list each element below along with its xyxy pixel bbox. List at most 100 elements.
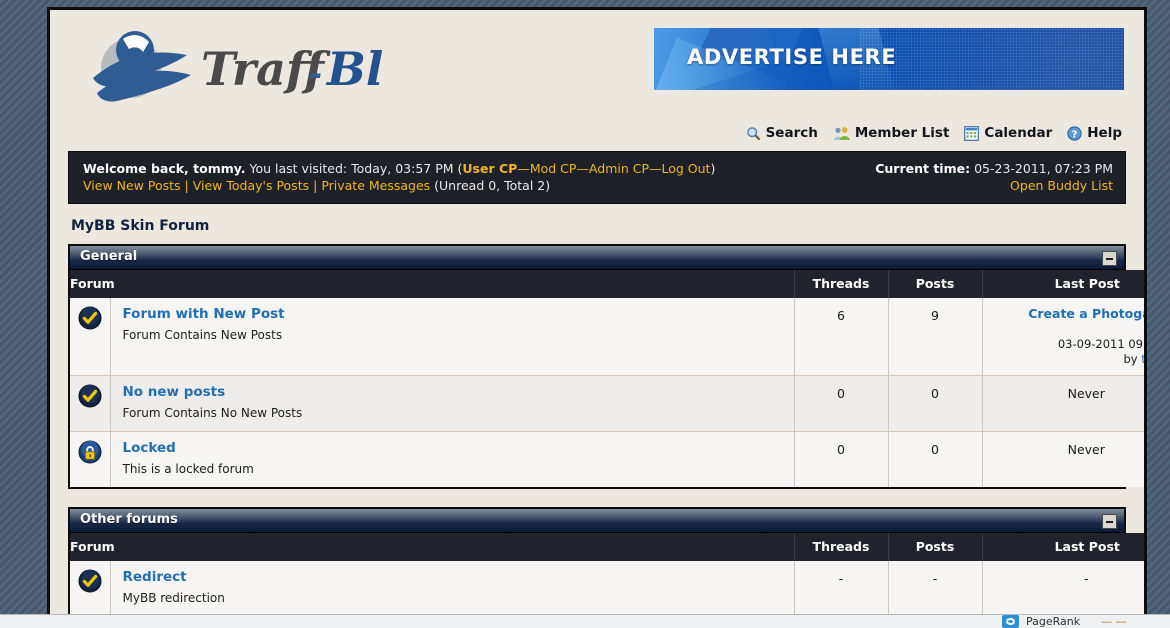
welcome-right-buddy: Open Buddy List — [1010, 177, 1113, 194]
member-list-icon — [833, 126, 850, 140]
forum-description: MyBB redirection — [122, 591, 225, 605]
private-messages-link[interactable]: Private Messages — [321, 178, 430, 193]
forum-status-cell — [70, 561, 111, 617]
nav-help[interactable]: ? Help — [1067, 125, 1122, 141]
table-row: Forum with New Post Forum Contains New P… — [70, 298, 1147, 376]
welcome-dash-1: — — [517, 161, 530, 176]
header-forum: Forum — [70, 533, 795, 561]
welcome-left: Welcome back, tommy. You last visited: T… — [83, 160, 715, 177]
category-general-header: General — [70, 246, 1124, 270]
calendar-icon — [964, 125, 980, 141]
collapse-other-forums-button[interactable] — [1102, 514, 1117, 529]
forum-description: Forum Contains New Posts — [122, 328, 283, 342]
site-logo[interactable]: Traff - Blue — [83, 23, 403, 108]
breadcrumb: MyBB Skin Forum — [68, 204, 1126, 244]
welcome-bar: Welcome back, tommy. You last visited: T… — [68, 151, 1126, 204]
mod-cp-link[interactable]: Mod CP — [530, 161, 577, 176]
category-other-forums-title: Other forums — [80, 512, 178, 527]
forum-link[interactable]: Locked — [123, 440, 784, 456]
last-post-thread-link[interactable]: Create a Photogallery usi... — [991, 306, 1144, 336]
svg-text:?: ? — [1072, 129, 1078, 140]
no-new-posts-icon[interactable] — [78, 384, 102, 408]
pagerank-icon[interactable] — [1002, 615, 1019, 628]
forum-last-post-cell: - — [982, 561, 1144, 617]
forum-threads-count: 6 — [794, 298, 889, 376]
quick-links-pipe-2: | — [313, 178, 318, 193]
forum-threads-count: - — [794, 561, 889, 617]
site-header: Traff - Blue ADVERTISE HERE — [68, 10, 1126, 122]
welcome-right-time: Current time: 05-23-2011, 07:23 PM — [875, 160, 1113, 177]
logo-text-dash: - — [308, 54, 322, 94]
forum-link[interactable]: No new posts — [123, 384, 784, 400]
redirect-icon[interactable] — [78, 569, 102, 593]
forum-table-general: Forum Threads Posts Last Post Forum with… — [70, 270, 1147, 487]
table-header-row: Forum Threads Posts Last Post — [70, 270, 1144, 298]
nav-calendar[interactable]: Calendar — [964, 125, 1052, 141]
welcome-dash-3: — — [649, 161, 662, 176]
header-last-post: Last Post — [982, 533, 1144, 561]
forum-link[interactable]: Forum with New Post — [123, 306, 784, 322]
new-posts-icon[interactable] — [78, 306, 102, 330]
current-time-label: Current time: — [875, 161, 971, 176]
forum-info-cell: Redirect MyBB redirection — [110, 561, 795, 617]
last-post-byline: by tommy — [991, 352, 1144, 367]
welcome-close-paren: ) — [710, 161, 716, 176]
forum-info-cell: Forum with New Post Forum Contains New P… — [110, 298, 795, 376]
logo-graphic: Traff - Blue — [93, 31, 383, 102]
forum-description: This is a locked forum — [122, 462, 254, 476]
table-row: Redirect MyBB redirection - - - — [70, 561, 1144, 617]
forum-page-frame: Traff - Blue ADVERTISE HERE — [47, 7, 1147, 621]
table-row: Locked This is a locked forum 0 0 Never — [70, 431, 1144, 487]
collapse-general-button[interactable] — [1102, 251, 1117, 266]
banner-halftone-pattern — [859, 28, 1124, 90]
category-general: General Forum Threads Posts Last Post Fo… — [68, 244, 1144, 489]
header-posts: Posts — [888, 270, 983, 298]
user-cp-link[interactable]: User CP — [462, 161, 517, 176]
advertise-here-banner[interactable]: ADVERTISE HERE — [654, 28, 1124, 90]
last-post-by-label: by — [1123, 352, 1138, 366]
forum-status-cell — [70, 375, 111, 432]
header-threads: Threads — [794, 533, 889, 561]
forum-status-cell — [70, 298, 111, 376]
nav-member-list-label: Member List — [854, 125, 950, 141]
welcome-quick-links: View New Posts | View Today's Posts | Pr… — [83, 177, 550, 194]
welcome-greeting: Welcome back, tommy. — [83, 161, 246, 176]
forum-posts-count: 0 — [888, 431, 983, 487]
breadcrumb-text: MyBB Skin Forum — [71, 218, 210, 234]
forum-posts-count: 0 — [888, 375, 983, 432]
forum-posts-count: 9 — [888, 298, 983, 376]
current-time-value: 05-23-2011, 07:23 PM — [974, 161, 1113, 176]
toolbar-menu-hint[interactable]: — — — [1101, 615, 1127, 628]
welcome-dash-2: — — [576, 161, 589, 176]
forum-status-cell — [70, 431, 111, 487]
nav-search[interactable]: Search — [746, 125, 818, 141]
category-general-title: General — [80, 249, 138, 264]
header-threads: Threads — [794, 270, 889, 298]
top-navigation: Search Member List Calendar ? Help — [68, 122, 1126, 151]
last-visit-text: You last visited: Today, 03:57 PM ( — [249, 161, 463, 176]
last-post-date: 03-09-2011 09:10 PM — [1057, 337, 1147, 351]
last-post-author-link[interactable]: tommy — [1141, 352, 1144, 366]
forum-link[interactable]: Redirect — [123, 569, 784, 585]
browser-toolbar-sliver: PageRank — — — [0, 614, 1170, 628]
forum-description: Forum Contains No New Posts — [122, 406, 303, 420]
forum-last-post-cell: Never — [982, 431, 1144, 487]
open-buddy-list-link[interactable]: Open Buddy List — [1010, 178, 1113, 193]
admin-cp-link[interactable]: Admin CP — [589, 161, 649, 176]
forum-threads-count: 0 — [794, 375, 889, 432]
search-icon — [746, 126, 760, 140]
help-icon: ? — [1067, 125, 1082, 141]
quick-links-pipe-1: | — [184, 178, 189, 193]
nav-help-label: Help — [1087, 125, 1122, 141]
logo-text-blue: Blue — [325, 42, 383, 96]
header-posts: Posts — [888, 533, 983, 561]
log-out-link[interactable]: Log Out — [662, 161, 711, 176]
nav-member-list[interactable]: Member List — [833, 125, 950, 141]
locked-forum-icon[interactable] — [78, 440, 102, 464]
pagerank-label[interactable]: PageRank — [1026, 615, 1080, 628]
category-other-forums: Other forums Forum Threads Posts Last Po… — [68, 507, 1144, 618]
view-todays-posts-link[interactable]: View Today's Posts — [193, 178, 309, 193]
view-new-posts-link[interactable]: View New Posts — [83, 178, 181, 193]
forum-posts-count: - — [888, 561, 983, 617]
nav-calendar-label: Calendar — [984, 125, 1053, 141]
